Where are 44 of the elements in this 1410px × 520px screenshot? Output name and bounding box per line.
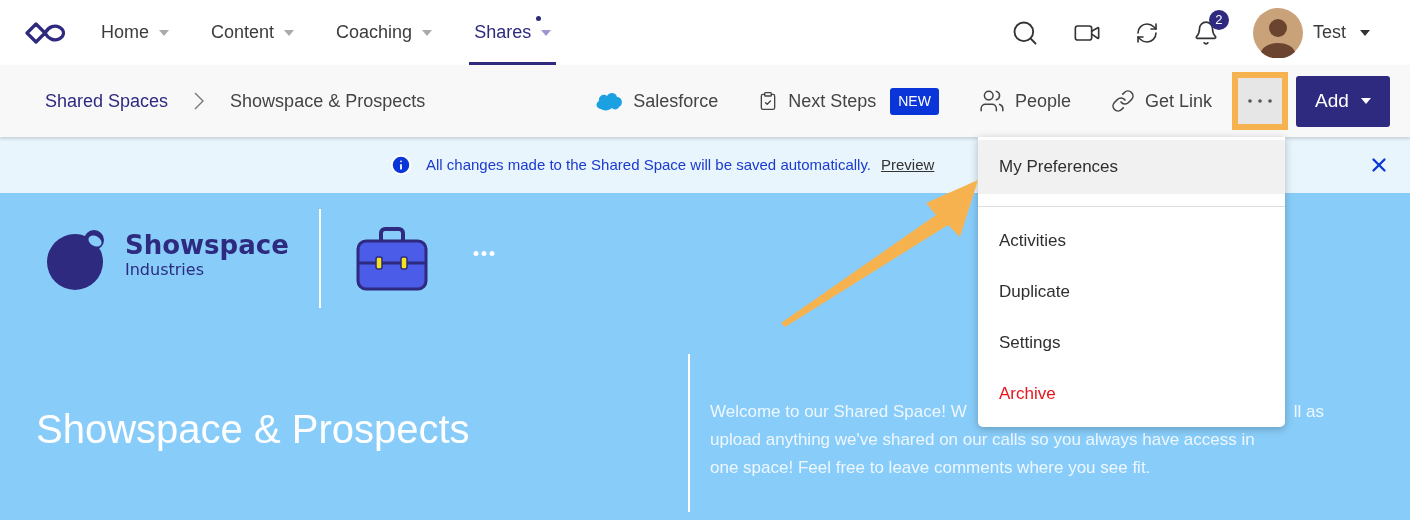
breadcrumb-link[interactable]: Shared Spaces xyxy=(45,87,169,115)
space-title: Showspace & Prospects xyxy=(36,406,470,453)
toolbar-action[interactable]: Salesforce xyxy=(595,87,719,115)
add-button[interactable]: Add xyxy=(1296,75,1390,127)
menu-item[interactable]: Duplicate xyxy=(978,266,1285,317)
cloud-icon xyxy=(595,91,624,111)
caret-icon xyxy=(1360,29,1370,36)
breadcrumb-current: Showspace & Prospects xyxy=(230,89,426,113)
banner-message: All changes made to the Shared Space will be saved automatically. xyxy=(426,154,871,175)
menu-item[interactable]: Archive xyxy=(978,368,1285,419)
more-icon xyxy=(1248,99,1272,103)
logo-icon[interactable] xyxy=(25,21,66,44)
nav-tab[interactable]: Content xyxy=(206,0,300,65)
description-text: upload anything we've shared on our calls so you always have access in xyxy=(710,429,1256,451)
new-badge: NEW xyxy=(890,87,939,115)
brand-name: Showspace xyxy=(125,231,289,258)
link-icon xyxy=(1110,89,1135,113)
brand-subtitle: Industries xyxy=(125,261,204,278)
caret-icon xyxy=(422,29,433,36)
nav-tab[interactable]: Home xyxy=(96,0,174,65)
user-menu[interactable]: Test xyxy=(1253,7,1370,58)
info-icon xyxy=(390,154,412,176)
toolbar-action[interactable]: Get Link xyxy=(1110,87,1212,115)
caret-icon xyxy=(284,29,295,36)
brand-logo-icon xyxy=(45,227,107,290)
description-text: one space! Feel free to leave comments where you see fit. xyxy=(710,457,1152,479)
caret-icon xyxy=(541,29,552,36)
menu-item[interactable]: Settings xyxy=(978,317,1285,368)
caret-icon xyxy=(1360,98,1371,104)
menu-item[interactable]: My Preferences xyxy=(978,140,1285,194)
chevron-right-icon xyxy=(194,92,205,110)
toolbar-action[interactable]: Next Steps NEW xyxy=(758,87,939,115)
notification-badge: 2 xyxy=(1209,9,1229,30)
avatar xyxy=(1253,7,1303,58)
people-icon xyxy=(978,88,1005,114)
description-text: Welcome to our Shared Space! W xyxy=(710,401,967,423)
caret-icon xyxy=(159,29,169,36)
nav-tab[interactable]: Coaching xyxy=(331,0,438,65)
sync-icon[interactable] xyxy=(1135,20,1159,45)
preview-link[interactable]: Preview xyxy=(881,153,935,177)
menu-item[interactable]: Activities xyxy=(978,215,1285,266)
toolbar-action[interactable]: People xyxy=(978,87,1071,115)
description-text: ll as xyxy=(1293,401,1324,423)
briefcase-icon xyxy=(355,226,428,291)
